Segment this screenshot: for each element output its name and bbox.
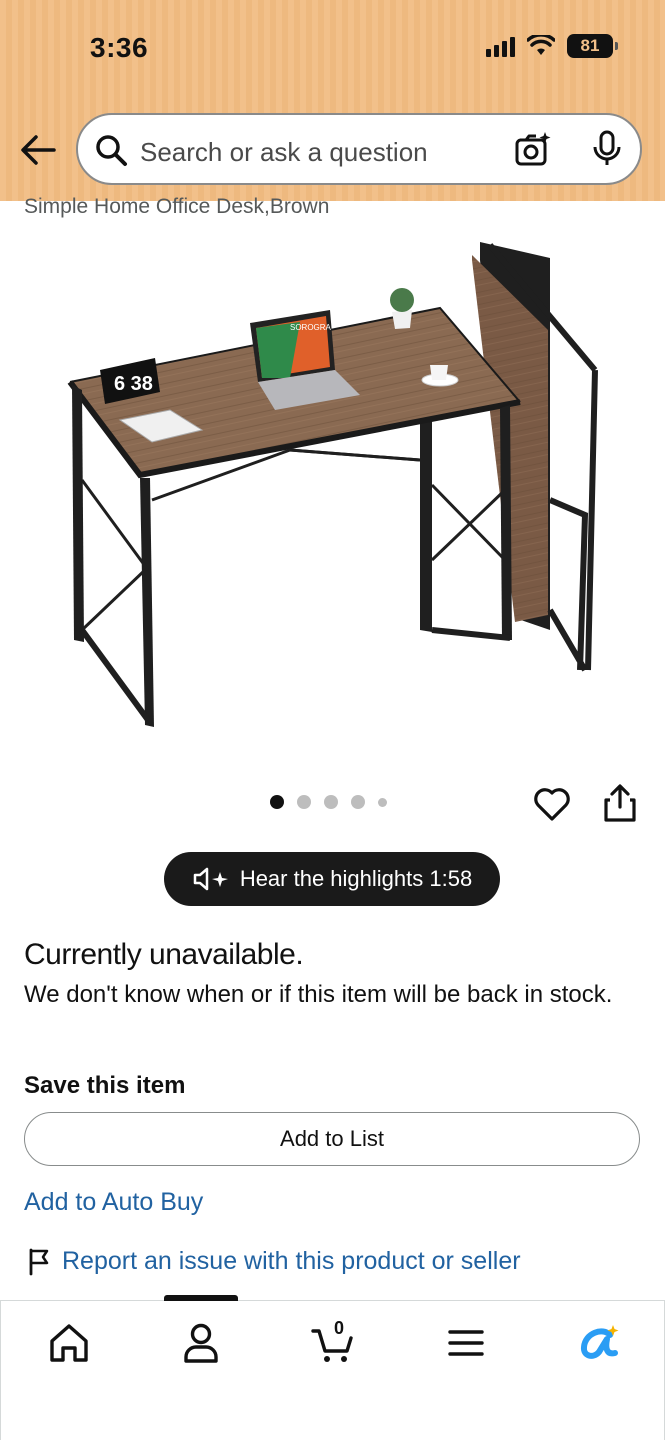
hear-highlights-button[interactable]: Hear the highlights 1:58 [164, 852, 500, 906]
cart-count: 0 [334, 1318, 345, 1338]
microphone-icon[interactable] [590, 130, 624, 168]
search-bar[interactable]: Search or ask a question [76, 113, 642, 185]
hear-highlights-label: Hear the highlights 1:58 [239, 866, 473, 891]
carousel-dot[interactable] [270, 795, 284, 809]
account-icon[interactable] [179, 1321, 223, 1365]
flag-icon [29, 1248, 49, 1275]
carousel-dot[interactable] [297, 795, 311, 809]
bottom-tab-bar: 0 [0, 1295, 665, 1440]
image-carousel-dots[interactable] [270, 795, 387, 809]
availability-title: Currently unavailable. [24, 938, 304, 971]
status-time: 3:36 [90, 32, 149, 63]
clock-display-text: 6 38 [114, 373, 153, 395]
cellular-signal-icon [486, 35, 515, 57]
header: 3:36 81 Search or ask a question [0, 0, 665, 201]
cart-icon[interactable]: 0 [311, 1318, 355, 1365]
laptop-brand-text: SOROGRA [290, 323, 332, 332]
search-icon [96, 135, 127, 166]
carousel-dot[interactable] [378, 797, 387, 807]
menu-icon[interactable] [444, 1321, 488, 1365]
search-input[interactable]: Search or ask a question [140, 137, 428, 168]
report-issue-link[interactable]: Report an issue with this product or sel… [62, 1247, 521, 1276]
save-item-heading: Save this item [24, 1072, 186, 1099]
battery-indicator: 81 [567, 34, 618, 58]
back-arrow-icon[interactable] [18, 132, 58, 168]
add-to-auto-buy-link[interactable]: Add to Auto Buy [24, 1188, 203, 1217]
status-icons: 81 [486, 34, 618, 58]
heart-icon[interactable] [532, 784, 572, 824]
wifi-icon [527, 35, 555, 55]
report-issue-row[interactable]: Report an issue with this product or sel… [28, 1247, 521, 1276]
product-title: Simple Home Office Desk,Brown [24, 195, 330, 218]
carousel-dot[interactable] [351, 795, 365, 809]
home-icon[interactable] [47, 1321, 91, 1365]
add-to-list-button[interactable]: Add to List [24, 1112, 640, 1166]
product-image[interactable]: SOROGRA 6 38 [60, 230, 620, 750]
carousel-dot[interactable] [324, 795, 338, 809]
speaker-sparkle-icon [193, 867, 228, 891]
camera-lens-icon[interactable] [514, 130, 552, 168]
availability-message: We don't know when or if this item will … [24, 981, 613, 1008]
active-tab-indicator [164, 1295, 238, 1301]
rufus-icon[interactable] [577, 1321, 621, 1365]
share-icon[interactable] [602, 783, 638, 823]
